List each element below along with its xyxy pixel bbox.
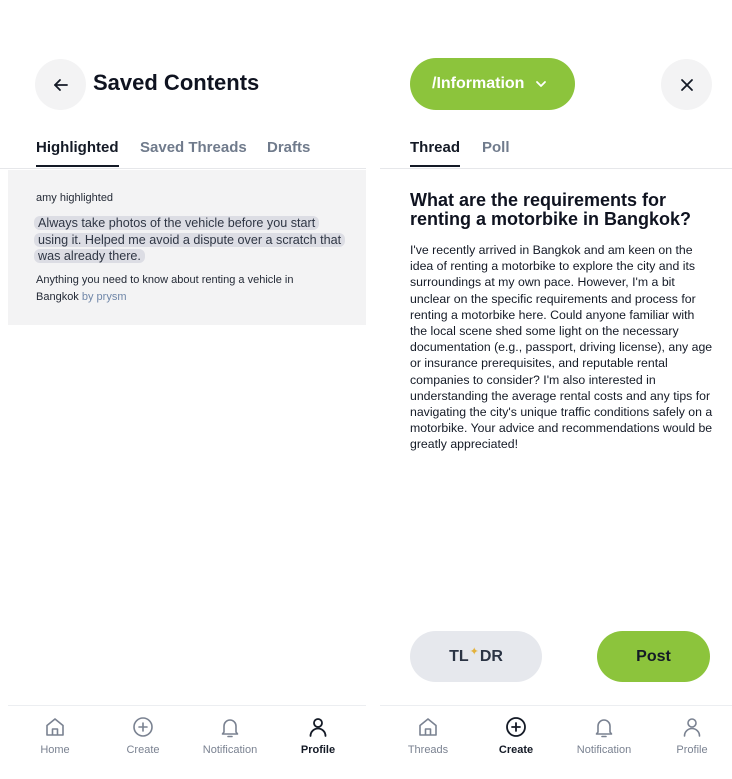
- nav-notification[interactable]: Notification: [564, 716, 644, 756]
- close-button[interactable]: [661, 59, 712, 110]
- highlight-card[interactable]: amy highlighted Always take photos of th…: [8, 170, 366, 325]
- post-title[interactable]: What are the requirements for renting a …: [410, 191, 710, 229]
- bell-icon: [221, 719, 239, 738]
- category-selector[interactable]: /Information: [410, 58, 575, 110]
- create-post-screen: /Information Thread Poll What are the re…: [380, 0, 732, 779]
- bell-icon: [595, 719, 613, 738]
- tldr-button[interactable]: TL ✦ DR: [410, 631, 542, 682]
- highlight-author: amy highlighted: [36, 192, 114, 204]
- home-icon: [46, 718, 64, 736]
- plus-circle-icon: [506, 717, 526, 737]
- source-author-link[interactable]: by prysm: [82, 291, 127, 303]
- home-icon: [419, 718, 437, 736]
- nav-threads[interactable]: Threads: [388, 716, 468, 756]
- tab-thread[interactable]: Thread: [410, 139, 461, 167]
- source-thread-title[interactable]: Anything you need to know about renting …: [36, 274, 293, 303]
- tab-drafts[interactable]: Drafts: [267, 139, 310, 156]
- sparkle-icon: ✦: [469, 646, 479, 658]
- nav-label: Profile: [676, 744, 708, 756]
- post-type-tabs: Thread Poll: [380, 137, 732, 169]
- highlight-quote: Always take photos of the vehicle before…: [34, 215, 346, 265]
- nav-label: Profile: [300, 744, 336, 756]
- plus-circle-icon: [133, 717, 153, 737]
- category-label: /Information: [432, 75, 525, 92]
- chevron-down-icon: [534, 77, 548, 91]
- nav-notification[interactable]: Notification: [190, 716, 270, 756]
- arrow-left-icon: [53, 78, 68, 91]
- nav-profile[interactable]: Profile: [278, 716, 358, 756]
- bottom-nav: Threads Create Notification Profile: [380, 705, 732, 779]
- close-icon: [680, 78, 693, 91]
- nav-create[interactable]: Create: [476, 716, 556, 756]
- post-body[interactable]: I've recently arrived in Bangkok and am …: [410, 242, 713, 453]
- nav-label: Create: [498, 744, 534, 756]
- bottom-nav: Home Create Notification Profile: [8, 705, 366, 779]
- tldr-label-right: DR: [479, 647, 503, 665]
- nav-label: Home: [40, 744, 70, 756]
- back-button[interactable]: [35, 59, 86, 110]
- nav-label: Notification: [202, 744, 258, 756]
- page-title: Saved Contents: [93, 70, 260, 95]
- user-icon: [683, 718, 701, 737]
- tab-saved-threads[interactable]: Saved Threads: [140, 139, 247, 156]
- nav-label: Notification: [576, 744, 632, 756]
- post-button[interactable]: Post: [597, 631, 710, 682]
- tab-poll[interactable]: Poll: [482, 139, 510, 156]
- user-icon: [309, 718, 327, 737]
- nav-profile[interactable]: Profile: [652, 716, 732, 756]
- tab-highlighted[interactable]: Highlighted: [36, 139, 119, 167]
- tldr-label-left: TL: [449, 647, 469, 665]
- nav-label: Threads: [407, 744, 449, 756]
- saved-tabs: Highlighted Saved Threads Drafts: [0, 137, 366, 169]
- saved-contents-screen: Saved Contents Highlighted Saved Threads…: [0, 0, 366, 779]
- highlight-source: Anything you need to know about renting …: [36, 272, 336, 305]
- nav-create[interactable]: Create: [103, 716, 183, 756]
- highlight-quote-text: Always take photos of the vehicle before…: [34, 216, 346, 263]
- nav-label: Create: [126, 744, 160, 756]
- nav-home[interactable]: Home: [15, 716, 95, 756]
